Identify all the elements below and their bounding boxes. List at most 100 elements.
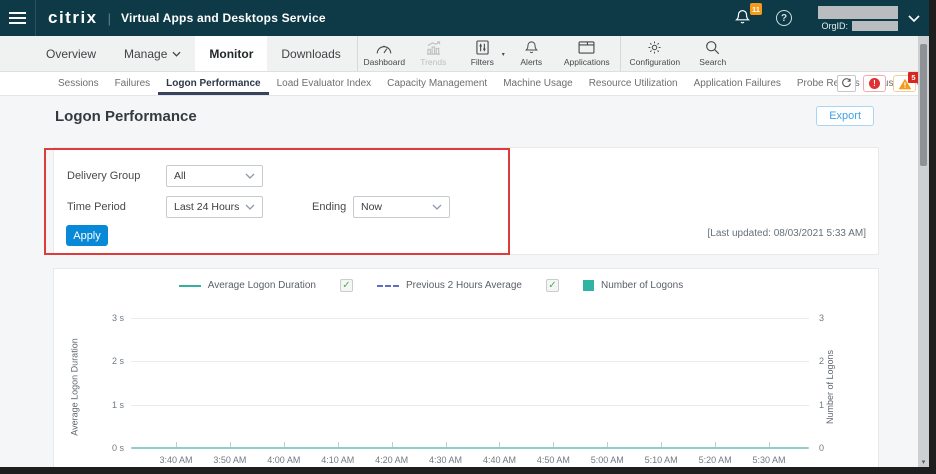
nav-tool-dashboard[interactable]: Dashboard	[360, 36, 409, 71]
teal-line-marker	[179, 285, 201, 287]
logon-performance-chart-card: Average Logon Duration ✓ Previous 2 Hour…	[53, 268, 879, 467]
nav-tool-configuration[interactable]: Configuration	[623, 36, 687, 71]
chevron-down-icon	[245, 173, 255, 179]
x-axis-tick	[230, 442, 231, 447]
x-axis-tick	[607, 442, 608, 447]
scrollbar-thumb[interactable]	[920, 44, 927, 166]
nav-tab-monitor[interactable]: Monitor	[195, 36, 267, 71]
page-title: Logon Performance	[55, 108, 197, 125]
vertical-scrollbar[interactable]: ▾	[918, 36, 929, 467]
legend-item-average-logon-duration[interactable]: Average Logon Duration	[179, 280, 316, 291]
x-axis-tick	[338, 442, 339, 447]
refresh-icon	[841, 78, 852, 89]
error-exclamation-icon: !	[869, 78, 880, 89]
main-nav-bar: Overview Manage Monitor Downloads Dashbo…	[0, 36, 936, 72]
monitor-subnav-bar: SessionsFailuresLogon PerformanceLoad Ev…	[0, 72, 936, 96]
time-period-select[interactable]: Last 24 Hours	[166, 196, 263, 218]
app-title: Virtual Apps and Desktops Service	[121, 11, 326, 25]
top-header-bar: citrix | Virtual Apps and Desktops Servi…	[0, 0, 936, 36]
subnav-tab-logon-performance[interactable]: Logon Performance	[158, 72, 268, 95]
app-window-icon	[578, 40, 595, 55]
orgid-value-redacted	[852, 21, 898, 31]
orgid-label: OrgID:	[821, 21, 848, 31]
delivery-group-select[interactable]: All	[166, 165, 263, 187]
account-chevron-down-icon[interactable]	[908, 15, 920, 22]
x-axis-label: 4:10 AM	[321, 455, 354, 465]
left-axis-tick: 2 s	[102, 356, 124, 366]
subnav-tabs: SessionsFailuresLogon PerformanceLoad Ev…	[50, 72, 936, 95]
nav-tab-overview[interactable]: Overview	[32, 36, 110, 71]
x-axis-tick	[553, 442, 554, 447]
chevron-down-icon	[432, 204, 442, 210]
subnav-tab-capacity-management[interactable]: Capacity Management	[379, 72, 495, 95]
x-axis-tick	[176, 442, 177, 447]
nav-divider	[620, 36, 621, 71]
legend-checkbox[interactable]: ✓	[340, 279, 353, 292]
gridline	[131, 318, 809, 319]
left-axis-tick: 3 s	[102, 313, 124, 323]
gear-icon	[647, 40, 662, 55]
filter-panel: Delivery Group All Time Period Last 24 H…	[53, 147, 879, 255]
subnav-tab-machine-usage[interactable]: Machine Usage	[495, 72, 580, 95]
nav-tab-downloads[interactable]: Downloads	[267, 36, 354, 71]
subnav-tab-application-failures[interactable]: Application Failures	[686, 72, 789, 95]
filters-caret-down-icon: ▾	[502, 51, 505, 58]
time-period-label: Time Period	[67, 201, 126, 213]
x-axis-label: 5:10 AM	[645, 455, 678, 465]
nav-tool-applications[interactable]: Applications	[556, 36, 618, 71]
delivery-group-label: Delivery Group	[67, 170, 140, 182]
right-axis-tick: 2	[819, 356, 824, 366]
ending-select[interactable]: Now	[353, 196, 450, 218]
gauge-icon	[375, 40, 393, 55]
apply-button[interactable]: Apply	[66, 225, 108, 246]
nav-tab-manage[interactable]: Manage	[110, 36, 195, 71]
subnav-tab-failures[interactable]: Failures	[107, 72, 159, 95]
last-updated-text: [Last updated: 08/03/2021 5:33 AM]	[708, 228, 866, 239]
left-axis-tick: 1 s	[102, 400, 124, 410]
x-axis-label: 5:00 AM	[591, 455, 624, 465]
critical-alert-button[interactable]: !	[863, 75, 886, 92]
legend-item-number-of-logons[interactable]: Number of Logons	[583, 280, 683, 291]
gridline	[131, 361, 809, 362]
scrollbar-down-arrow-icon[interactable]: ▾	[918, 458, 929, 466]
legend-checkbox[interactable]: ✓	[546, 279, 559, 292]
dashed-line-marker	[377, 285, 399, 287]
legend-item-previous-2-hours-average[interactable]: Previous 2 Hours Average	[377, 280, 522, 291]
alerts-bell-icon	[524, 40, 539, 55]
teal-square-marker	[583, 280, 594, 291]
x-axis-tick	[499, 442, 500, 447]
x-axis-label: 5:20 AM	[699, 455, 732, 465]
subnav-tab-resource-utilization[interactable]: Resource Utilization	[581, 72, 686, 95]
x-axis-label: 4:30 AM	[429, 455, 462, 465]
nav-tool-alerts[interactable]: Alerts	[507, 36, 556, 71]
x-axis-label: 4:50 AM	[537, 455, 570, 465]
warning-alert-button[interactable]: 5	[893, 75, 916, 92]
refresh-button[interactable]	[837, 75, 856, 92]
right-axis-title: Number of Logons	[825, 350, 835, 424]
x-axis-label: 4:00 AM	[267, 455, 300, 465]
x-axis-tick	[715, 442, 716, 447]
help-icon[interactable]: ?	[776, 10, 792, 26]
right-axis-tick: 1	[819, 400, 824, 410]
account-info: OrgID:	[818, 6, 898, 31]
x-axis-tick	[446, 442, 447, 447]
x-axis-label: 4:40 AM	[483, 455, 516, 465]
nav-tool-filters[interactable]: Filters ▾	[458, 36, 507, 71]
notifications-button[interactable]: 11	[734, 8, 754, 28]
magnifier-icon	[705, 40, 720, 55]
app-window: citrix | Virtual Apps and Desktops Servi…	[0, 0, 936, 474]
x-axis-tick	[392, 442, 393, 447]
filter-sliders-icon	[476, 40, 489, 55]
nav-tool-search[interactable]: Search	[687, 36, 739, 71]
ending-label: Ending	[312, 201, 346, 213]
export-button[interactable]: Export	[816, 106, 874, 126]
subnav-tab-sessions[interactable]: Sessions	[50, 72, 107, 95]
x-axis-tick	[284, 442, 285, 447]
account-name-redacted	[818, 6, 898, 19]
x-axis-label: 3:40 AM	[159, 455, 192, 465]
subnav-tab-load-evaluator-index[interactable]: Load Evaluator Index	[269, 72, 380, 95]
x-axis-label: 4:20 AM	[375, 455, 408, 465]
right-axis-tick: 3	[819, 313, 824, 323]
chevron-down-icon	[245, 204, 255, 210]
hamburger-menu-icon[interactable]	[0, 0, 36, 36]
